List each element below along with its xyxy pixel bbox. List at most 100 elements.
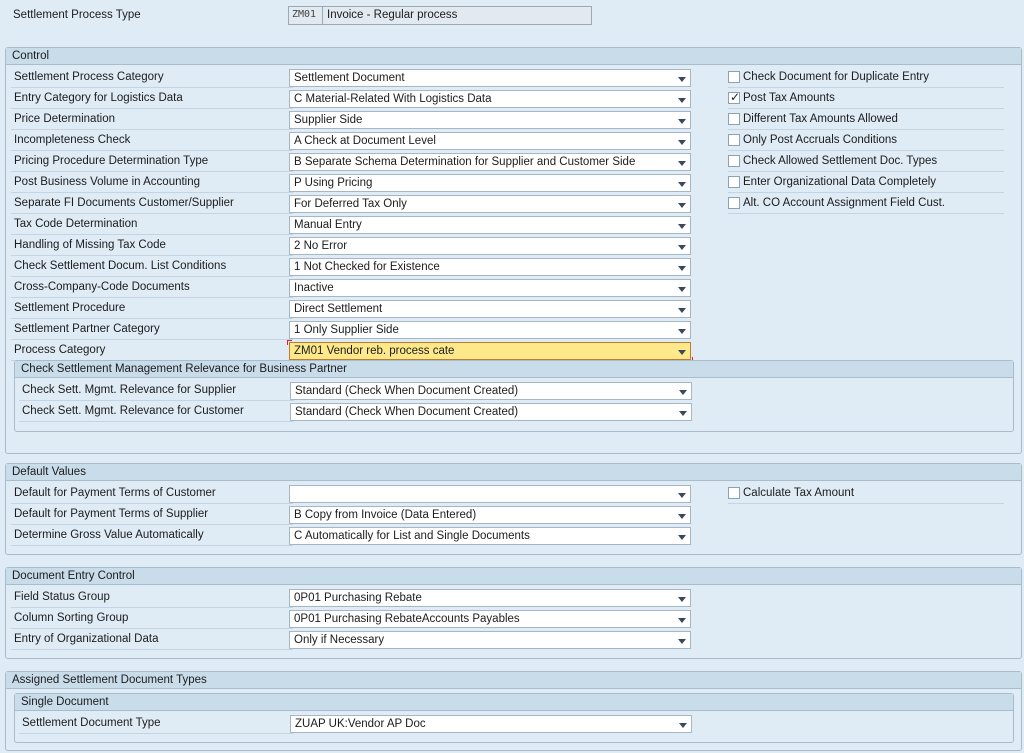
field-label: Settlement Partner Category [14, 323, 160, 335]
checkbox-box[interactable] [728, 113, 740, 125]
checkbox-box[interactable] [728, 155, 740, 167]
field-row: Post Business Volume in Accounting P Usin… [6, 172, 706, 193]
post-tax-amounts-checkbox[interactable]: Post Tax Amounts [728, 88, 1004, 109]
dropdown-value: Settlement Document [294, 72, 405, 84]
relevance-supplier-dropdown[interactable]: Standard (Check When Document Created) [290, 382, 692, 400]
supplier-payment-terms-dropdown[interactable]: B Copy from Invoice (Data Entered) [289, 506, 691, 524]
settlement-process-category-dropdown[interactable]: Settlement Document [289, 69, 691, 87]
field-row: Field Status Group 0P01 Purchasing Rebate [6, 587, 706, 608]
field-row: Settlement Partner Category 1 Only Suppli… [6, 319, 706, 340]
field-row: Check Sett. Mgmt. Relevance for Customer… [7, 401, 707, 422]
chevron-down-icon [678, 287, 686, 292]
field-label: Settlement Procedure [14, 302, 126, 314]
dropdown-value: B Separate Schema Determination for Supp… [294, 156, 636, 168]
cross-company-code-dropdown[interactable]: Inactive [289, 279, 691, 297]
process-type-code: ZM01 [289, 7, 323, 24]
tax-code-determination-dropdown[interactable]: Manual Entry [289, 216, 691, 234]
entry-category-dropdown[interactable]: C Material-Related With Logistics Data [289, 90, 691, 108]
chevron-down-icon [679, 411, 687, 416]
gross-value-dropdown[interactable]: C Automatically for List and Single Docu… [289, 527, 691, 545]
chevron-down-icon [678, 350, 686, 355]
dropdown-value: P Using Pricing [294, 177, 373, 189]
field-label: Column Sorting Group [14, 612, 129, 624]
field-label: Entry of Organizational Data [14, 633, 159, 645]
field-label: Incompleteness Check [14, 134, 131, 146]
checkbox-box[interactable] [728, 90, 740, 104]
post-business-volume-dropdown[interactable]: P Using Pricing [289, 174, 691, 192]
organizational-data-entry-dropdown[interactable]: Only if Necessary [289, 631, 691, 649]
check-allowed-doc-types-checkbox[interactable]: Check Allowed Settlement Doc. Types [728, 151, 1004, 172]
settlement-document-type-dropdown[interactable]: ZUAP UK:Vendor AP Doc [290, 715, 692, 733]
chevron-down-icon [678, 597, 686, 602]
settlement-process-type-label: Settlement Process Type [13, 9, 141, 21]
checkbox-box[interactable] [728, 71, 740, 83]
chevron-down-icon [678, 119, 686, 124]
assigned-doc-types-group: Assigned Settlement Document Types Singl… [5, 671, 1022, 751]
settlement-process-type-field[interactable]: ZM01 Invoice - Regular process [288, 6, 592, 25]
field-row: Price Determination Supplier Side [6, 109, 706, 130]
pricing-procedure-dropdown[interactable]: B Separate Schema Determination for Supp… [289, 153, 691, 171]
dropdown-value: Supplier Side [294, 114, 363, 126]
chevron-down-icon [678, 203, 686, 208]
chevron-down-icon [678, 493, 686, 498]
field-row: Settlement Document Type ZUAP UK:Vendor A… [7, 713, 707, 734]
checkbox-box[interactable] [728, 197, 740, 209]
field-status-group-dropdown[interactable]: 0P01 Purchasing Rebate [289, 589, 691, 607]
field-label: Default for Payment Terms of Customer [14, 487, 216, 499]
control-group-title: Control [6, 48, 1021, 65]
relevance-subgroup: Check Settlement Management Relevance fo… [14, 360, 1014, 432]
dropdown-value: C Material-Related With Logistics Data [294, 93, 492, 105]
checkbox-box[interactable] [728, 487, 740, 499]
dropdown-value: Manual Entry [294, 219, 362, 231]
field-row: Settlement Process Category Settlement Do… [6, 67, 706, 88]
chevron-down-icon [678, 329, 686, 334]
field-row: Pricing Procedure Determination Type B Se… [6, 151, 706, 172]
control-group: Control Settlement Process Category Settl… [5, 47, 1022, 454]
checkbox-label: Check Document for Duplicate Entry [743, 71, 929, 83]
chevron-down-icon [678, 245, 686, 250]
checkbox-label: Enter Organizational Data Completely [743, 176, 937, 188]
separate-fi-documents-dropdown[interactable]: For Deferred Tax Only [289, 195, 691, 213]
dropdown-value: Standard (Check When Document Created) [295, 385, 519, 397]
column-sorting-group-dropdown[interactable]: 0P01 Purchasing RebateAccounts Payables [289, 610, 691, 628]
field-label: Separate FI Documents Customer/Supplier [14, 197, 234, 209]
settlement-list-conditions-dropdown[interactable]: 1 Not Checked for Existence [289, 258, 691, 276]
process-category-dropdown[interactable]: ZM01 Vendor reb. process cate [287, 340, 693, 362]
duplicate-entry-checkbox[interactable]: Check Document for Duplicate Entry [728, 67, 1004, 88]
chevron-down-icon [678, 182, 686, 187]
field-label: Cross-Company-Code Documents [14, 281, 190, 293]
alt-co-account-checkbox[interactable]: Alt. CO Account Assignment Field Cust. [728, 193, 1004, 214]
default-values-group: Default Values Default for Payment Terms… [5, 463, 1022, 555]
checkbox-label: Only Post Accruals Conditions [743, 134, 898, 146]
only-post-accruals-checkbox[interactable]: Only Post Accruals Conditions [728, 130, 1004, 151]
chevron-down-icon [678, 618, 686, 623]
checkbox-box[interactable] [728, 134, 740, 146]
dropdown-value: Direct Settlement [294, 303, 383, 315]
calculate-tax-amount-checkbox[interactable]: Calculate Tax Amount [728, 483, 1004, 504]
chevron-down-icon [678, 77, 686, 82]
field-row: Entry Category for Logistics Data C Mater… [6, 88, 706, 109]
chevron-down-icon [678, 535, 686, 540]
dropdown-value: 1 Not Checked for Existence [294, 261, 440, 273]
checkbox-label: Post Tax Amounts [743, 92, 835, 104]
incompleteness-check-dropdown[interactable]: A Check at Document Level [289, 132, 691, 150]
missing-tax-code-dropdown[interactable]: 2 No Error [289, 237, 691, 255]
different-tax-amounts-checkbox[interactable]: Different Tax Amounts Allowed [728, 109, 1004, 130]
relevance-subgroup-title: Check Settlement Management Relevance fo… [15, 361, 1013, 378]
checkbox-box[interactable] [728, 176, 740, 188]
customer-payment-terms-dropdown[interactable] [289, 485, 691, 503]
relevance-customer-dropdown[interactable]: Standard (Check When Document Created) [290, 403, 692, 421]
checkbox-label: Different Tax Amounts Allowed [743, 113, 898, 125]
settlement-procedure-dropdown[interactable]: Direct Settlement [289, 300, 691, 318]
field-label: Settlement Document Type [22, 717, 161, 729]
price-determination-dropdown[interactable]: Supplier Side [289, 111, 691, 129]
checkbox-label: Alt. CO Account Assignment Field Cust. [743, 197, 945, 209]
chevron-down-icon [679, 390, 687, 395]
dropdown-value: 0P01 Purchasing Rebate [294, 592, 422, 604]
dropdown-value: 2 No Error [294, 240, 348, 252]
field-label: Check Sett. Mgmt. Relevance for Customer [22, 405, 244, 417]
dropdown-value: Inactive [294, 282, 334, 294]
settlement-partner-category-dropdown[interactable]: 1 Only Supplier Side [289, 321, 691, 339]
enter-org-data-checkbox[interactable]: Enter Organizational Data Completely [728, 172, 1004, 193]
dropdown-value: B Copy from Invoice (Data Entered) [294, 509, 477, 521]
